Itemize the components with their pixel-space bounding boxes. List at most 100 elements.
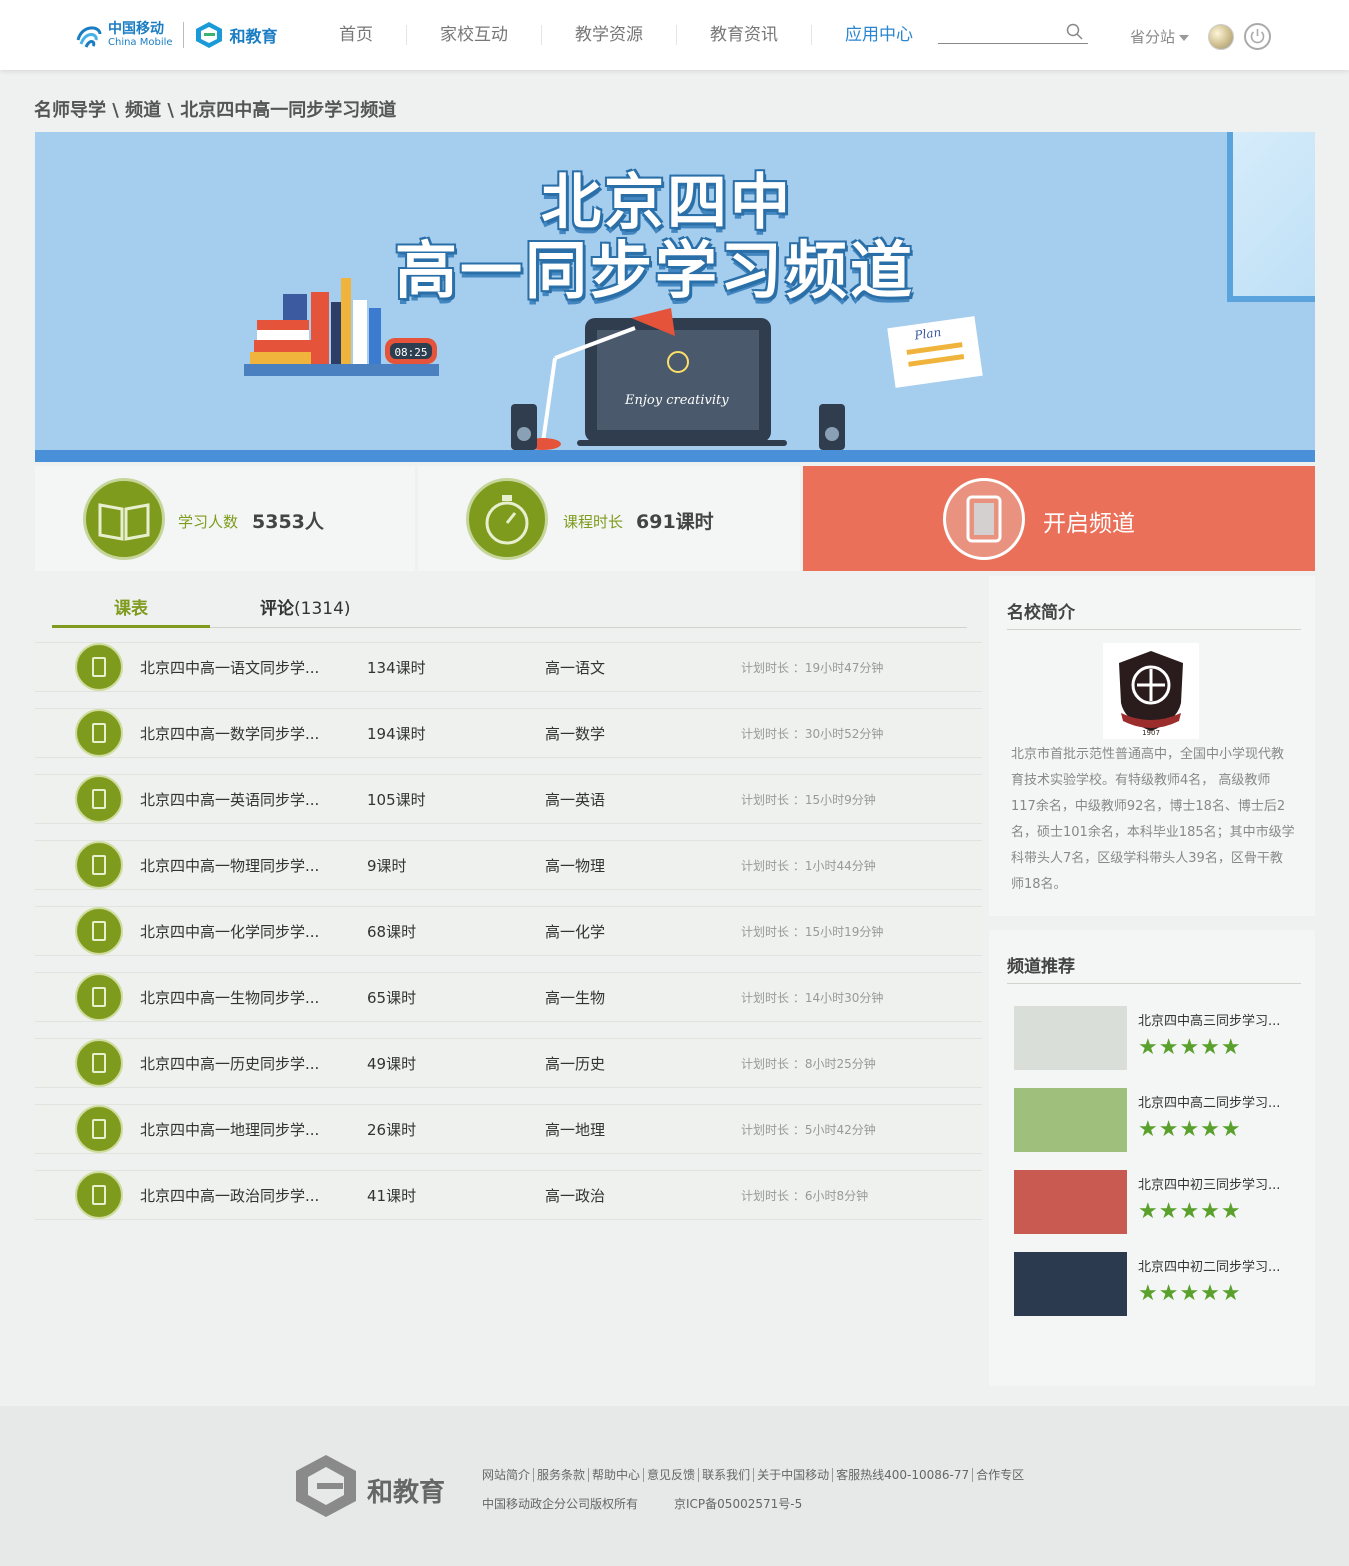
course-row[interactable]: 北京四中高一生物同步学... 65课时 高一生物 计划时长 ：14小时30分钟 [35,972,982,1022]
nav-home[interactable]: 首页 [306,25,407,45]
footer-link[interactable]: 服务条款 [534,1468,590,1482]
course-row[interactable]: 北京四中高一数学同步学... 194课时 高一数学 计划时长 ：30小时52分钟 [35,708,982,758]
recommend-name[interactable]: 北京四中高三同步学习... [1138,1010,1280,1029]
power-icon[interactable] [1244,23,1271,50]
footer-link[interactable]: 合作专区 [973,1468,1027,1482]
nav-teaching-resources[interactable]: 教学资源 [542,25,677,45]
recommend-name[interactable]: 北京四中高二同步学习... [1138,1092,1280,1111]
course-row[interactable]: 北京四中高一英语同步学... 105课时 高一英语 计划时长 ：15小时9分钟 [35,774,982,824]
china-mobile-icon [76,26,102,48]
channel-recommendations: 频道推荐 北京四中高三同步学习... ★★★★★ 北京四中高二同步学习... ★★★★… [989,930,1315,1386]
course-row[interactable]: 北京四中高一语文同步学... 134课时 高一语文 计划时长 ：19小时47分钟 [35,642,982,692]
course-name[interactable]: 北京四中高一政治同步学... [140,1185,319,1206]
course-subject: 高一地理 [545,1121,606,1139]
footer-links: 网站简介 服务条款 帮助中心 意见反馈 联系我们 关于中国移动 客服热线400-10086-… [482,1466,1027,1483]
recommend-title: 频道推荐 [1007,952,1301,984]
course-row[interactable]: 北京四中高一历史同步学... 49课时 高一历史 计划时长 ：8小时25分钟 [35,1038,982,1088]
rating-stars: ★★★★★ [1138,1199,1242,1224]
school-emblem: 1907 [1103,643,1199,739]
course-plan-duration: 计划时长 ：15小时9分钟 [741,793,876,807]
recommend-thumbnail[interactable] [1014,1006,1127,1070]
search-box [938,22,1088,44]
footer-link[interactable]: 客服热线400-10086-77 [833,1468,974,1482]
course-hours: 26课时 [367,1121,417,1139]
search-input[interactable] [938,23,1058,44]
recommend-item[interactable]: 北京四中高三同步学习... ★★★★★ [1014,1006,1304,1070]
tab-comments-label: 评论 [260,599,294,619]
learners-stat: 学习人数 5353人 [35,466,415,571]
course-row[interactable]: 北京四中高一物理同步学... 9课时 高一物理 计划时长 ：1小时44分钟 [35,840,982,890]
nav-education-news[interactable]: 教育资讯 [677,25,812,45]
footer-link[interactable]: 联系我们 [699,1468,755,1482]
course-subject: 高一语文 [545,659,606,677]
recommend-thumbnail[interactable] [1014,1088,1127,1152]
recommend-item[interactable]: 北京四中初三同步学习... ★★★★★ [1014,1170,1304,1234]
footer-link[interactable]: 网站简介 [482,1468,535,1482]
recommend-thumbnail[interactable] [1014,1252,1127,1316]
footer-link[interactable]: 关于中国移动 [754,1468,834,1482]
china-mobile-logo: 中国移动 China Mobile [74,20,173,50]
course-row[interactable]: 北京四中高一政治同步学... 41课时 高一政治 计划时长 ：6小时8分钟 [35,1170,982,1220]
course-name[interactable]: 北京四中高一化学同步学... [140,921,319,942]
duration-value: 691课时 [636,511,714,533]
open-channel-label: 开启频道 [1043,511,1135,537]
emblem-year: 1907 [1142,729,1160,737]
nav-home-school[interactable]: 家校互动 [407,25,542,45]
course-row[interactable]: 北京四中高一化学同步学... 68课时 高一化学 计划时长 ：15小时19分钟 [35,906,982,956]
course-plan-duration: 计划时长 ：5小时42分钟 [741,1123,876,1137]
course-icon [75,1171,123,1219]
book-icon [943,478,1025,560]
search-icon[interactable] [1066,23,1084,45]
school-intro-title: 名校简介 [1007,598,1301,630]
he-education-logo: 和教育 [194,20,278,50]
course-plan-duration: 计划时长 ：30小时52分钟 [741,727,884,741]
rating-stars: ★★★★★ [1138,1035,1242,1060]
course-name[interactable]: 北京四中高一语文同步学... [140,657,319,678]
footer-link[interactable]: 帮助中心 [589,1468,645,1482]
tab-schedule[interactable]: 课表 [52,594,210,628]
course-name[interactable]: 北京四中高一英语同步学... [140,789,319,810]
footer-brand: 和教育 [367,1478,446,1508]
course-icon [75,775,123,823]
course-hours: 194课时 [367,725,426,743]
footer-link[interactable]: 意见反馈 [644,1468,700,1482]
course-name[interactable]: 北京四中高一地理同步学... [140,1119,319,1140]
course-name[interactable]: 北京四中高一历史同步学... [140,1053,319,1074]
school-intro: 名校简介 1907 北京市首批示范性普通高中，全国中小学现代教育技术实验学校。有… [989,576,1315,916]
globe-icon[interactable] [1208,24,1234,50]
course-icon [75,841,123,889]
learners-value: 5353人 [252,511,324,533]
footer-copyright: 中国移动政企分公司版权所有 京ICP备05002571号-5 [482,1495,802,1512]
course-hours: 9课时 [367,857,407,875]
svg-text:Enjoy creativity: Enjoy creativity [624,393,729,408]
recommend-item[interactable]: 北京四中初二同步学习... ★★★★★ [1014,1252,1304,1316]
learners-label: 学习人数 [178,513,239,531]
recommend-name[interactable]: 北京四中初三同步学习... [1138,1174,1280,1193]
clock-text: 08:25 [394,346,427,359]
nav-app-center[interactable]: 应用中心 [812,25,946,45]
course-name[interactable]: 北京四中高一数学同步学... [140,723,319,744]
tab-comments[interactable]: 评论(1314) [260,594,380,628]
course-hours: 41课时 [367,1187,417,1205]
course-row[interactable]: 北京四中高一地理同步学... 26课时 高一地理 计划时长 ：5小时42分钟 [35,1104,982,1154]
course-icon [75,973,123,1021]
course-subject: 高一生物 [545,989,606,1007]
course-name[interactable]: 北京四中高一物理同步学... [140,855,319,876]
brand[interactable]: 中国移动 China Mobile 和教育 [74,17,278,53]
course-icon [75,907,123,955]
brand-name: 和教育 [229,27,278,46]
course-subject: 高一数学 [545,725,606,743]
recommend-thumbnail[interactable] [1014,1170,1127,1234]
open-channel-button[interactable]: 开启频道 [803,466,1315,571]
duration-stat: 课程时长 691课时 [418,466,800,571]
recommend-name[interactable]: 北京四中初二同步学习... [1138,1256,1280,1275]
course-name[interactable]: 北京四中高一生物同步学... [140,987,319,1008]
china-mobile-en: China Mobile [108,37,173,48]
footer: 和教育 网站简介 服务条款 帮助中心 意见反馈 联系我们 关于中国移动 客服热线400-10… [0,1406,1349,1566]
main-nav: 首页 家校互动 教学资源 教育资讯 应用中心 [306,0,946,70]
course-hours: 68课时 [367,923,417,941]
banner-floor [35,450,1315,462]
course-subject: 高一历史 [545,1055,606,1073]
province-dropdown[interactable]: 省分站 [1130,26,1190,47]
recommend-item[interactable]: 北京四中高二同步学习... ★★★★★ [1014,1088,1304,1152]
